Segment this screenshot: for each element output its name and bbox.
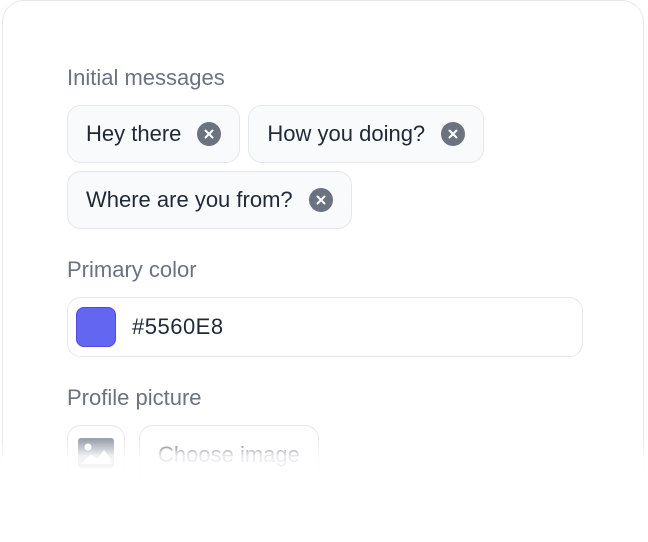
settings-card: Initial messages Hey there How you doing…	[2, 0, 644, 542]
choose-image-button[interactable]: Choose image	[139, 425, 319, 485]
message-chip-text: Where are you from?	[86, 187, 293, 212]
message-chip[interactable]: How you doing?	[248, 105, 485, 163]
message-chip-text: Hey there	[86, 121, 182, 146]
primary-color-label: Primary color	[67, 257, 197, 282]
message-chip[interactable]: Hey there	[67, 105, 241, 163]
initial-messages-chip-list: Hey there How you doing? Where are you f…	[67, 105, 537, 229]
initial-messages-label: Initial messages	[67, 65, 225, 90]
profile-picture-row: Choose image	[67, 425, 603, 485]
profile-picture-thumbnail	[67, 425, 125, 485]
settings-form: Initial messages Hey there How you doing…	[67, 63, 603, 485]
color-swatch[interactable]	[76, 307, 116, 347]
message-chip-text: How you doing?	[267, 121, 426, 146]
image-icon	[77, 437, 115, 474]
profile-picture-label: Profile picture	[67, 385, 202, 410]
message-chip[interactable]: Where are you from?	[67, 171, 352, 229]
close-circle-icon[interactable]	[197, 122, 222, 146]
color-hex-value[interactable]: #5560E8	[132, 314, 224, 340]
close-circle-icon[interactable]	[441, 122, 466, 146]
primary-color-field[interactable]: #5560E8	[67, 297, 583, 357]
close-circle-icon[interactable]	[308, 188, 333, 212]
